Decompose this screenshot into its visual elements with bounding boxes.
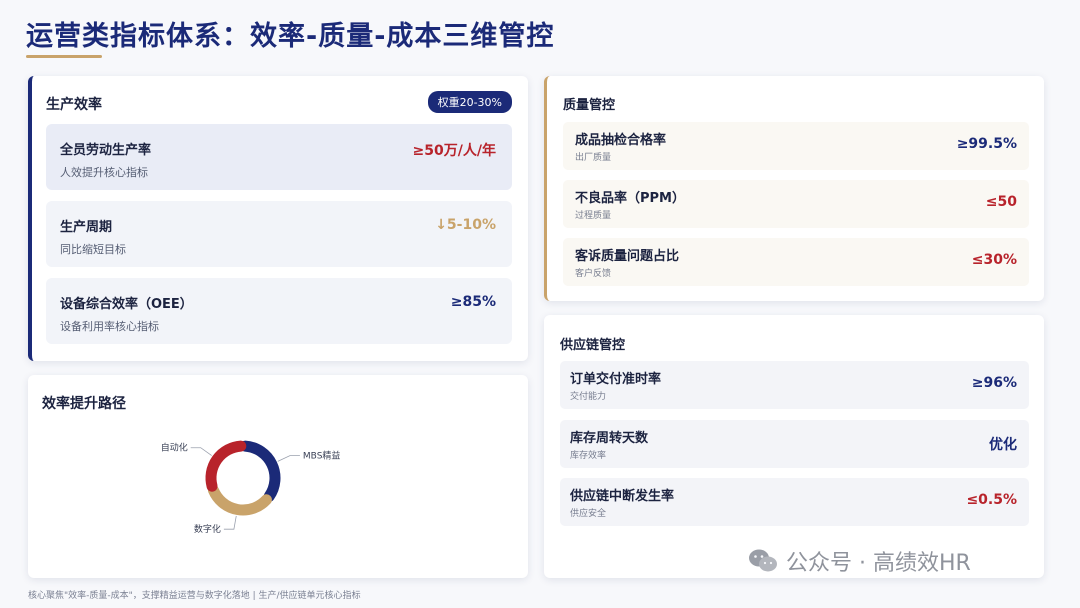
metric-value: 优化 [989, 437, 1017, 453]
title-underline [26, 55, 102, 58]
donut-leader-line-2 [223, 515, 237, 530]
watermark-text: 公众号 · 高绩效HR [786, 551, 971, 576]
metric-desc: 客户反馈 [575, 269, 612, 279]
metric-labor-productivity: 全员劳动生产率 人效提升核心指标 ≥50万/人/年 [46, 124, 512, 190]
metric-desc: 人效提升核心指标 [60, 166, 148, 179]
metric-value: ≥99.5% [956, 136, 1017, 152]
metric-desc: 交付能力 [570, 392, 607, 402]
metric-value: ≥85% [450, 294, 496, 310]
metric-name: 不良品率（PPM） [575, 191, 685, 206]
metric-desc: 出厂质量 [575, 153, 612, 163]
metric-value: ≥96% [971, 375, 1017, 391]
quality-control-card: 质量管控 成品抽检合格率 出厂质量 ≥99.5% 不良品率（PPM） 过程质量 … [544, 76, 1044, 301]
donut-slice-2 [208, 484, 272, 516]
metric-name: 成品抽检合格率 [575, 133, 667, 148]
weight-badge: 权重20-30% [427, 91, 512, 113]
metric-desc: 过程质量 [575, 211, 612, 221]
metric-on-time-delivery: 订单交付准时率 交付能力 ≥96% [560, 361, 1029, 409]
efficiency-path-donut-chart: MBS精益数字化 自动化 [161, 440, 341, 535]
metric-desc: 设备利用率核心指标 [60, 320, 159, 333]
metric-value: ≤0.5% [966, 492, 1017, 508]
donut-slice-3 [205, 440, 247, 492]
donut-leader-line-1 [277, 455, 300, 462]
efficiency-path-card: 效率提升路径 MBS精益 数字化 自动化 [28, 375, 528, 578]
metric-name: 供应链中断发生率 [570, 489, 675, 504]
production-efficiency-card: 生产效率 权重20-30% 全员劳动生产率 人效提升核心指标 ≥50万/人/年 … [28, 76, 528, 361]
metric-pass-rate: 成品抽检合格率 出厂质量 ≥99.5% [563, 122, 1029, 170]
wechat-icon [749, 549, 777, 572]
metric-disruption-rate: 供应链中断发生率 供应安全 ≤0.5% [560, 478, 1029, 526]
metric-desc: 库存效率 [570, 451, 607, 461]
metric-value: ↓5-10% [435, 217, 496, 233]
quality-card-title: 质量管控 [563, 98, 616, 113]
metric-oee: 设备综合效率（OEE） 设备利用率核心指标 ≥85% [46, 278, 512, 344]
supply-chain-card: 供应链管控 订单交付准时率 交付能力 ≥96% 库存周转天数 库存效率 优化 供… [544, 315, 1044, 578]
metric-production-cycle: 生产周期 同比缩短目标 ↓5-10% [46, 201, 512, 267]
donut-label-3: 自动化 [161, 442, 188, 454]
metric-name: 生产周期 [60, 220, 113, 235]
metric-value: ≤50 [985, 194, 1017, 210]
metric-name: 设备综合效率（OEE） [60, 297, 193, 312]
metric-complaint-ratio: 客诉质量问题占比 客户反馈 ≤30% [563, 238, 1029, 286]
metric-value: ≤30% [971, 252, 1017, 268]
metric-inventory-days: 库存周转天数 库存效率 优化 [560, 420, 1029, 468]
metric-name: 客诉质量问题占比 [575, 249, 680, 264]
metric-defect-ppm: 不良品率（PPM） 过程质量 ≤50 [563, 180, 1029, 228]
watermark: 公众号 · 高绩效HR [748, 545, 971, 577]
metric-name: 库存周转天数 [570, 431, 649, 446]
metric-desc: 同比缩短目标 [60, 243, 126, 256]
metric-desc: 供应安全 [570, 509, 607, 519]
footer-note: 核心聚焦"效率-质量-成本"，支撑精益运营与数字化落地 | 生产/供应链单元核心… [28, 591, 361, 601]
metric-name: 订单交付准时率 [570, 372, 662, 387]
efficiency-card-title: 生产效率 [46, 97, 102, 113]
donut-label-2: 数字化 [194, 523, 221, 535]
donut-leader-line-3 [190, 447, 212, 456]
metric-name: 全员劳动生产率 [60, 143, 152, 158]
donut-label-1: MBS精益 [303, 450, 341, 462]
page-title: 运营类指标体系：效率-质量-成本三维管控 [26, 21, 555, 52]
supply-card-title: 供应链管控 [560, 338, 626, 353]
metric-value: ≥50万/人/年 [412, 143, 496, 159]
donut-slice-1 [239, 440, 281, 502]
